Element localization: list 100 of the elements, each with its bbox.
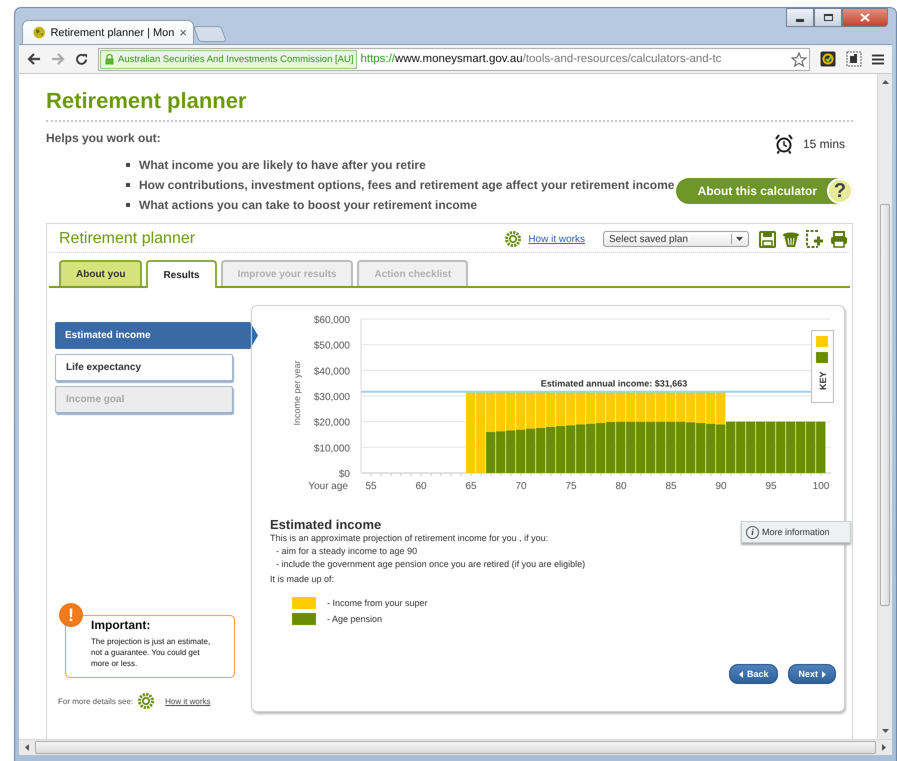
more-information-button[interactable]: i More information [741, 521, 851, 543]
bar [556, 392, 566, 426]
scroll-down-icon[interactable] [882, 729, 888, 733]
gear-icon [137, 692, 156, 710]
bar [506, 430, 516, 473]
key-label: KEY [818, 371, 828, 390]
details-label: For more details see: [58, 696, 134, 706]
axis-label: 65 [465, 481, 477, 492]
scrollbar-thumb[interactable] [35, 741, 876, 754]
browser-tab[interactable]: Retirement planner | Mon × [22, 20, 194, 44]
printer-icon[interactable] [830, 230, 848, 248]
lock-icon [105, 54, 114, 64]
tab-close-button[interactable]: × [179, 25, 187, 40]
condition-text: - aim for a steady income to age 90 [275, 545, 418, 558]
legend-label: - Age pension [327, 612, 382, 626]
add-page-icon[interactable] [806, 230, 824, 248]
scroll-left-icon[interactable] [25, 744, 29, 751]
star-icon[interactable] [791, 52, 807, 66]
page-title: Retirement planner [46, 88, 248, 114]
bucket-icon[interactable] [782, 230, 800, 248]
tab[interactable]: About you [59, 260, 142, 286]
axis-label: 55 [365, 481, 377, 492]
bar [556, 426, 566, 473]
tab[interactable]: Results [146, 260, 217, 288]
axis-label: 85 [665, 481, 677, 492]
horizontal-scrollbar[interactable] [19, 739, 892, 755]
alarm-clock-icon [774, 134, 793, 154]
axis-label: $20,000 [314, 418, 350, 429]
minimize-button[interactable] [786, 8, 814, 27]
axis-label: 75 [565, 481, 577, 492]
chart-key[interactable] [811, 330, 834, 403]
axis-label: $40,000 [314, 366, 350, 378]
y-axis-title: Income per year [292, 360, 302, 426]
about-calculator-button[interactable]: About this calculator ? [676, 178, 853, 204]
side-nav-item[interactable]: Estimated income [55, 322, 258, 349]
side-nav-item[interactable]: Life expectancy [55, 354, 233, 381]
section-heading: Estimated income [270, 517, 382, 532]
next-button[interactable]: Next [788, 664, 836, 684]
important-text: The projection is just an estimate, not a guarantee. You could get more or less. [91, 636, 212, 669]
bar [536, 428, 546, 473]
bar [536, 392, 546, 428]
bar [496, 431, 506, 473]
bar [526, 392, 536, 429]
bar [546, 392, 556, 427]
extension-icon[interactable] [820, 51, 836, 67]
caret-icon [736, 237, 743, 241]
vertical-scrollbar[interactable] [877, 74, 892, 739]
axis-label: 90 [715, 481, 727, 492]
bullet-text: How contributions, investment options, fees and retirement age affect your retirement income [139, 178, 674, 192]
bar [776, 422, 786, 473]
axis-label: 95 [765, 481, 777, 492]
back-button[interactable]: Back [728, 664, 778, 684]
save-icon[interactable] [759, 230, 776, 248]
caret-right-icon [822, 670, 826, 678]
condition-text: - include the government age pension once you are retired (if you are eligible) [275, 558, 586, 571]
tab-title: Retirement planner | Mon [50, 26, 174, 38]
back-icon[interactable] [27, 53, 41, 65]
saved-plan-select[interactable]: Select saved plan [603, 231, 749, 247]
url-text: https://www.moneysmart.gov.au/tools-and-resources/calculators-and-tc [360, 53, 722, 65]
scroll-right-icon[interactable] [882, 744, 886, 751]
bar [526, 428, 536, 473]
axis-label: $30,000 [314, 392, 350, 403]
body-text: It is made up of: [270, 573, 336, 586]
bar [796, 422, 806, 473]
axis-label: 100 [812, 481, 830, 492]
calculator-title: Retirement planner [59, 230, 196, 248]
duration-text: 15 mins [802, 137, 845, 151]
globe-icon [33, 26, 46, 39]
axis-label: $50,000 [314, 340, 350, 352]
axis-label: $60,000 [314, 315, 350, 326]
reload-icon[interactable] [75, 52, 88, 66]
warning-icon: ! [59, 603, 83, 627]
address-bar[interactable]: Australian Securities And Investments Commission [AU] https://www.moneysmart.gov.au/tools-and-resources/calculators-and-tc [98, 48, 810, 70]
intro-text: Helps you work out: [46, 131, 162, 145]
annotation-label: Estimated annual income: $31,663 [540, 378, 688, 389]
menu-icon[interactable] [872, 54, 884, 64]
bar [786, 422, 796, 473]
important-title: Important: [91, 620, 152, 631]
scroll-up-icon[interactable] [882, 80, 888, 84]
security-badge[interactable]: Australian Securities And Investments Commission [AU] [100, 50, 358, 68]
caret-left-icon [738, 670, 743, 678]
bar [516, 392, 526, 430]
how-it-works-link[interactable]: How it works [165, 696, 210, 706]
how-it-works-link[interactable]: How it works [528, 234, 585, 244]
bar [806, 422, 816, 473]
scrollbar-thumb[interactable] [880, 204, 890, 606]
maximize-button[interactable] [814, 8, 842, 27]
bar [546, 426, 556, 473]
x-axis-title: Your age [308, 481, 348, 492]
bar [516, 430, 526, 473]
axis-label: $0 [338, 469, 350, 480]
bar [816, 422, 826, 473]
close-button[interactable] [842, 8, 888, 27]
legend-label: - Income from your super [327, 596, 428, 610]
bullet-text: What actions you can take to boost your retirement income [139, 198, 478, 212]
bar [766, 422, 776, 473]
close-icon [860, 13, 870, 22]
bar [566, 392, 576, 426]
bar [746, 422, 756, 473]
bar [756, 422, 766, 473]
